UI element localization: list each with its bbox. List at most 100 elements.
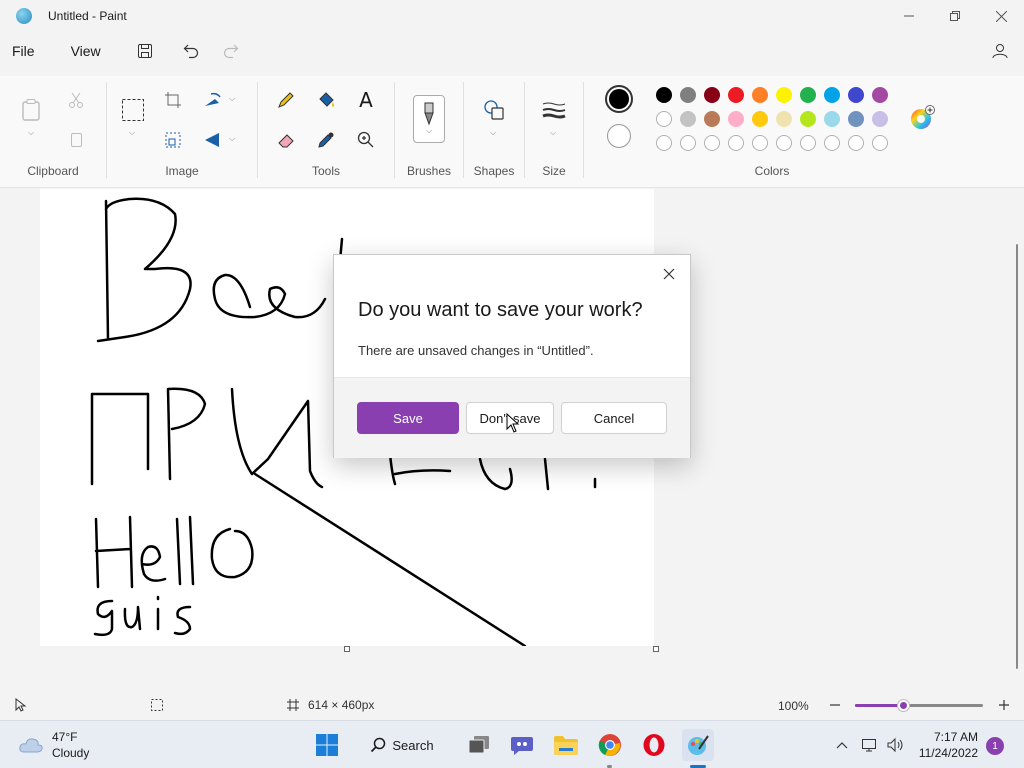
ribbon: ⌵ Clipboard ⌵ ⌵ ⌵ Image A Tools Brushes … [0, 76, 1024, 188]
paste-button[interactable] [18, 96, 46, 124]
color-picker-button[interactable] [312, 126, 340, 154]
cloud-icon [19, 738, 43, 753]
chrome-button[interactable] [594, 729, 626, 761]
color-swatch[interactable] [680, 111, 696, 127]
file-menu[interactable]: File [2, 39, 45, 63]
weather-condition-text: Cloudy [52, 746, 90, 760]
restore-button[interactable] [932, 0, 978, 32]
select-button[interactable] [119, 96, 147, 124]
account-button[interactable] [984, 36, 1016, 66]
zoom-out-button[interactable] [828, 696, 842, 714]
custom-color-slot[interactable] [848, 135, 864, 151]
undo-button[interactable] [175, 36, 207, 66]
canvas-resize-handle-corner[interactable] [653, 646, 659, 652]
size-dropdown-icon[interactable]: ⌵ [550, 128, 556, 138]
color-swatch[interactable] [776, 111, 792, 127]
flip-dropdown-icon[interactable]: ⌵ [229, 134, 235, 144]
custom-color-slot[interactable] [656, 135, 672, 151]
save-icon [137, 44, 152, 58]
save-toolbar-button[interactable] [129, 36, 161, 66]
date-text: 11/24/2022 [918, 746, 978, 760]
magnifier-button[interactable] [352, 126, 380, 154]
view-menu[interactable]: View [61, 39, 111, 63]
color-swatch[interactable] [872, 87, 888, 103]
cancel-button[interactable]: Cancel [561, 402, 667, 434]
color-swatch[interactable] [824, 111, 840, 127]
color-swatch[interactable] [728, 87, 744, 103]
save-button[interactable]: Save [357, 402, 459, 434]
rotate-dropdown-icon[interactable]: ⌵ [229, 94, 235, 104]
shapes-button[interactable] [480, 96, 508, 124]
select-dropdown-icon[interactable]: ⌵ [129, 128, 135, 138]
fill-button[interactable] [312, 86, 340, 114]
primary-color-button[interactable] [605, 85, 633, 113]
color-swatch[interactable] [848, 111, 864, 127]
secondary-color-button[interactable] [607, 124, 631, 148]
brushes-button[interactable]: ⌵ [413, 95, 445, 143]
custom-color-slot[interactable] [824, 135, 840, 151]
network-button[interactable] [858, 729, 882, 761]
eraser-button[interactable] [272, 126, 300, 154]
shapes-dropdown-icon[interactable]: ⌵ [490, 128, 496, 138]
weather-widget[interactable]: 47°F Cloudy [18, 729, 89, 761]
cut-button[interactable] [62, 86, 90, 114]
text-button[interactable]: A [352, 86, 380, 114]
start-button[interactable] [311, 729, 343, 761]
size-button[interactable] [540, 96, 568, 124]
temperature-text: 47°F [52, 730, 78, 744]
dialog-close-button[interactable] [656, 261, 682, 287]
custom-color-slot[interactable] [776, 135, 792, 151]
crop-button[interactable] [159, 86, 187, 114]
clock[interactable]: 7:17 AM 11/24/2022 [919, 729, 978, 761]
clipboard-group: ⌵ Clipboard [0, 76, 106, 188]
color-swatch[interactable] [824, 87, 840, 103]
vertical-scrollbar[interactable] [1016, 244, 1018, 669]
custom-color-slot[interactable] [872, 135, 888, 151]
paint-icon [688, 735, 709, 755]
teams-chat-button[interactable] [506, 729, 538, 761]
color-swatch[interactable] [800, 87, 816, 103]
taskbar-search-button[interactable]: Search [366, 729, 438, 761]
color-swatch[interactable] [872, 111, 888, 127]
custom-color-slot[interactable] [680, 135, 696, 151]
minimize-button[interactable] [886, 0, 932, 32]
paint-taskbar-button[interactable] [682, 729, 714, 761]
custom-color-slot[interactable] [704, 135, 720, 151]
file-explorer-button[interactable] [550, 729, 582, 761]
rotate-button[interactable] [199, 86, 227, 114]
color-swatch[interactable] [776, 87, 792, 103]
task-view-button[interactable] [463, 729, 495, 761]
color-swatch[interactable] [704, 87, 720, 103]
color-swatch[interactable] [704, 111, 720, 127]
custom-color-slot[interactable] [728, 135, 744, 151]
close-window-button[interactable] [978, 0, 1024, 32]
color-swatch[interactable] [728, 111, 744, 127]
color-swatch[interactable] [752, 111, 768, 127]
zoom-slider-thumb[interactable] [897, 700, 909, 711]
canvas-resize-handle[interactable] [344, 646, 350, 652]
menu-bar: File View [0, 34, 1024, 68]
zoom-slider[interactable] [855, 700, 983, 711]
color-swatch[interactable] [656, 87, 672, 103]
color-swatch[interactable] [656, 111, 672, 127]
resize-button[interactable] [159, 126, 187, 154]
cut-icon [69, 92, 83, 108]
color-swatch[interactable] [848, 87, 864, 103]
flip-button[interactable] [199, 126, 227, 154]
color-swatch[interactable] [800, 111, 816, 127]
pencil-button[interactable] [272, 86, 300, 114]
color-swatch[interactable] [752, 87, 768, 103]
paste-dropdown-icon[interactable]: ⌵ [28, 128, 34, 138]
show-hidden-icons-button[interactable] [832, 729, 852, 761]
color-swatch[interactable] [680, 87, 696, 103]
opera-button[interactable] [638, 729, 670, 761]
zoom-in-button[interactable] [997, 696, 1011, 714]
copy-button[interactable] [62, 126, 90, 154]
custom-color-slot[interactable] [752, 135, 768, 151]
volume-button[interactable] [884, 729, 908, 761]
redo-button[interactable] [215, 36, 247, 66]
custom-color-slot[interactable] [800, 135, 816, 151]
zoom-level-text[interactable]: 100% [778, 699, 809, 713]
notification-badge[interactable]: 1 [986, 737, 1004, 755]
edit-colors-button[interactable] [908, 104, 936, 132]
